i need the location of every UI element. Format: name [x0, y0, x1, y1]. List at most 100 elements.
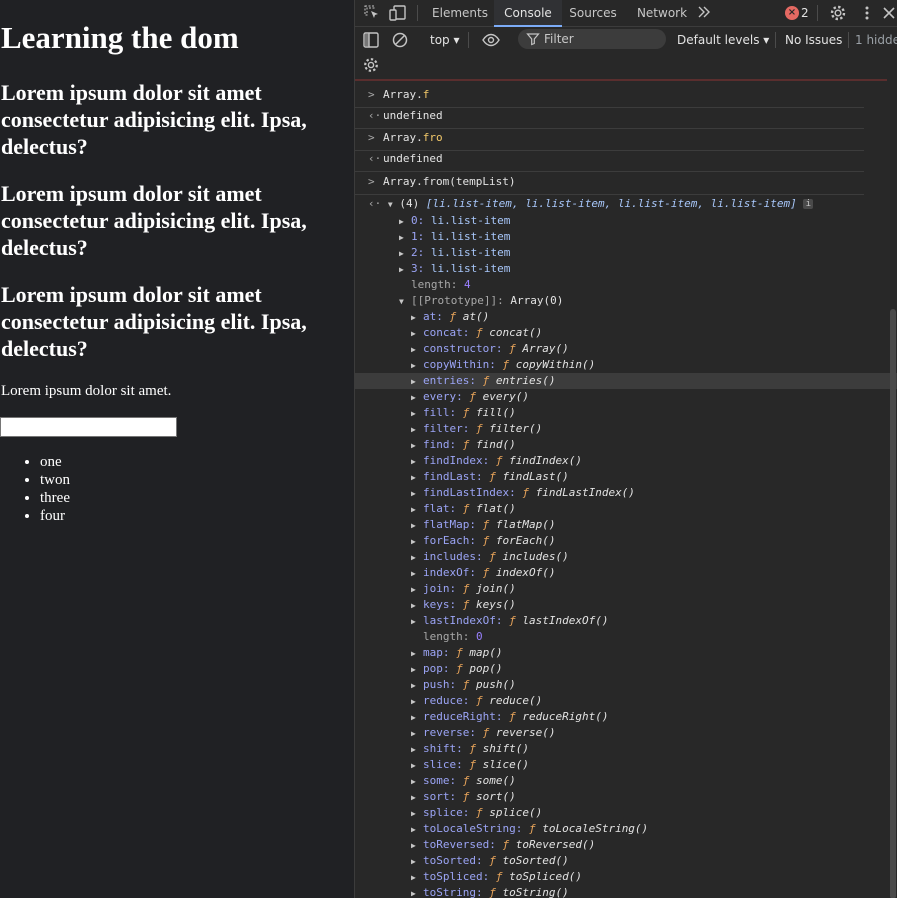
expand-triangle-icon[interactable]: ▶ — [411, 326, 423, 342]
expand-triangle-icon[interactable]: ▶ — [411, 454, 423, 470]
prototype-method-row[interactable]: ▶ findIndex: ƒ findIndex() — [411, 453, 582, 469]
prototype-method-row[interactable]: ▶ fill: ƒ fill() — [411, 405, 516, 421]
expand-triangle-icon[interactable]: ▶ — [411, 822, 423, 838]
expand-triangle-icon[interactable]: ▶ — [411, 470, 423, 486]
prototype-method-row[interactable]: ▶ lastIndexOf: ƒ lastIndexOf() — [411, 613, 608, 629]
prototype-method-row[interactable]: ▶ flatMap: ƒ flatMap() — [411, 517, 555, 533]
more-options-icon[interactable] — [857, 3, 877, 23]
expand-triangle-icon[interactable]: ▶ — [411, 342, 423, 358]
prototype-method-row[interactable]: ▶ findLast: ƒ findLast() — [411, 469, 569, 485]
tab-network[interactable]: Network — [629, 0, 695, 26]
issues-button[interactable]: No Issues — [785, 30, 842, 50]
expand-triangle-icon[interactable]: ▶ — [399, 230, 411, 246]
prototype-method-row[interactable]: ▶ toSorted: ƒ toSorted() — [411, 853, 569, 869]
expand-triangle-icon[interactable]: ▶ — [411, 614, 423, 630]
prototype-method-row[interactable]: length: 0 — [423, 629, 483, 645]
expand-triangle-icon[interactable]: ▶ — [411, 870, 423, 886]
expand-triangle-icon[interactable]: ▶ — [411, 406, 423, 422]
tab-console[interactable]: Console — [494, 0, 562, 27]
array-element-row[interactable]: ▶ 3: li.list-item — [399, 261, 510, 277]
expand-triangle-icon[interactable]: ▶ — [411, 438, 423, 454]
prototype-method-row[interactable]: ▶ filter: ƒ filter() — [411, 421, 542, 437]
prototype-method-row[interactable]: ▶ join: ƒ join() — [411, 581, 516, 597]
prototype-method-row[interactable]: ▶ copyWithin: ƒ copyWithin() — [411, 357, 595, 373]
prototype-method-row[interactable]: ▶ findLastIndex: ƒ findLastIndex() — [411, 485, 635, 501]
prototype-method-row[interactable]: ▶ constructor: ƒ Array() — [411, 341, 569, 357]
array-element-row[interactable]: ▶ 0: li.list-item — [399, 213, 510, 229]
error-count[interactable]: 2 — [801, 0, 809, 26]
prototype-method-row[interactable]: ▶ flat: ƒ flat() — [411, 501, 516, 517]
prototype-method-row[interactable]: ▶ reverse: ƒ reverse() — [411, 725, 555, 741]
sidebar-toggle-icon[interactable] — [361, 30, 381, 50]
array-element-row[interactable]: ▶ 2: li.list-item — [399, 245, 510, 261]
filter-input[interactable]: Filter — [518, 29, 666, 49]
close-icon[interactable] — [879, 3, 897, 23]
console-scrollbar[interactable] — [890, 309, 896, 898]
log-levels-dropdown[interactable]: Default levels ▾ — [677, 30, 769, 50]
expand-triangle-icon[interactable]: ▶ — [411, 694, 423, 710]
inspect-element-icon[interactable] — [362, 3, 382, 23]
prototype-method-row[interactable]: ▶ concat: ƒ concat() — [411, 325, 542, 341]
expand-triangle-icon[interactable]: ▶ — [411, 390, 423, 406]
expand-triangle-icon[interactable]: ▶ — [411, 854, 423, 870]
expand-triangle-icon[interactable]: ▶ — [411, 566, 423, 582]
expand-triangle-icon[interactable]: ▶ — [411, 422, 423, 438]
expand-triangle-icon[interactable]: ▶ — [411, 646, 423, 662]
error-icon[interactable]: × — [785, 6, 799, 20]
double-chevron-right-icon[interactable] — [696, 4, 716, 24]
expand-triangle-icon[interactable]: ▶ — [411, 598, 423, 614]
prototype-method-row[interactable]: ▶ toReversed: ƒ toReversed() — [411, 837, 595, 853]
console-settings-gear-icon[interactable] — [361, 55, 381, 75]
prototype-method-row[interactable]: ▶ toSpliced: ƒ toSpliced() — [411, 869, 582, 885]
expand-triangle-icon[interactable]: ▶ — [411, 838, 423, 854]
prototype-method-row[interactable]: ▶ sort: ƒ sort() — [411, 789, 516, 805]
expand-triangle-icon[interactable]: ▶ — [411, 790, 423, 806]
prototype-method-row[interactable]: ▶ find: ƒ find() — [411, 437, 516, 453]
text-input[interactable] — [0, 417, 177, 437]
prototype-method-row[interactable]: ▶ every: ƒ every() — [411, 389, 529, 405]
prototype-method-row[interactable]: ▶ shift: ƒ shift() — [411, 741, 529, 757]
prototype-method-row[interactable]: ▶ some: ƒ some() — [411, 773, 516, 789]
gear-icon[interactable] — [828, 3, 848, 23]
prototype-method-row[interactable]: ▶ reduce: ƒ reduce() — [411, 693, 542, 709]
expand-triangle-icon[interactable]: ▶ — [411, 310, 423, 326]
device-toolbar-icon[interactable] — [388, 3, 408, 23]
info-icon[interactable]: i — [803, 199, 814, 209]
expand-triangle-icon[interactable]: ▶ — [411, 534, 423, 550]
prototype-method-row[interactable]: ▶ slice: ƒ slice() — [411, 757, 529, 773]
expand-triangle-icon[interactable]: ▶ — [411, 742, 423, 758]
clear-console-icon[interactable] — [390, 30, 410, 50]
expand-triangle-icon[interactable]: ▶ — [411, 726, 423, 742]
expand-triangle-icon[interactable]: ▶ — [411, 774, 423, 790]
expand-triangle-icon[interactable]: ▶ — [399, 262, 411, 278]
expand-triangle-icon[interactable]: ▶ — [411, 518, 423, 534]
expand-triangle-icon[interactable]: ▶ — [411, 582, 423, 598]
array-element-row[interactable]: ▶ 1: li.list-item — [399, 229, 510, 245]
prototype-method-row[interactable]: ▶ map: ƒ map() — [411, 645, 503, 661]
expand-triangle-icon[interactable]: ▶ — [411, 806, 423, 822]
expand-triangle-icon[interactable]: ▶ — [411, 678, 423, 694]
prototype-method-row[interactable]: ▶ keys: ƒ keys() — [411, 597, 516, 613]
prototype-method-row[interactable]: ▶ toLocaleString: ƒ toLocaleString() — [411, 821, 648, 837]
expand-triangle-icon[interactable]: ▶ — [399, 214, 411, 230]
array-result-summary[interactable]: ‹· ▼ (4) [li.list-item, li.list-item, li… — [368, 197, 814, 210]
expand-triangle-icon[interactable]: ▼ — [388, 200, 393, 209]
collapse-triangle-icon[interactable]: ▼ — [399, 294, 411, 310]
eye-icon[interactable] — [481, 30, 501, 50]
prototype-method-row[interactable]: ▶ entries: ƒ entries() — [355, 373, 897, 389]
prototype-method-row[interactable]: ▶ push: ƒ push() — [411, 677, 516, 693]
tab-sources[interactable]: Sources — [563, 0, 623, 26]
expand-triangle-icon[interactable]: ▶ — [411, 374, 423, 390]
prototype-method-row[interactable]: ▶ pop: ƒ pop() — [411, 661, 503, 677]
expand-triangle-icon[interactable]: ▶ — [411, 486, 423, 502]
expand-triangle-icon[interactable]: ▶ — [411, 502, 423, 518]
expand-triangle-icon[interactable]: ▶ — [411, 886, 423, 898]
prototype-method-row[interactable]: ▶ forEach: ƒ forEach() — [411, 533, 555, 549]
expand-triangle-icon[interactable]: ▶ — [411, 550, 423, 566]
expand-triangle-icon[interactable]: ▶ — [411, 710, 423, 726]
expand-triangle-icon[interactable]: ▶ — [411, 662, 423, 678]
prototype-method-row[interactable]: ▶ includes: ƒ includes() — [411, 549, 569, 565]
prototype-method-row[interactable]: ▶ splice: ƒ splice() — [411, 805, 542, 821]
prototype-method-row[interactable]: ▶ toString: ƒ toString() — [411, 885, 569, 898]
tab-elements[interactable]: Elements — [427, 0, 493, 26]
